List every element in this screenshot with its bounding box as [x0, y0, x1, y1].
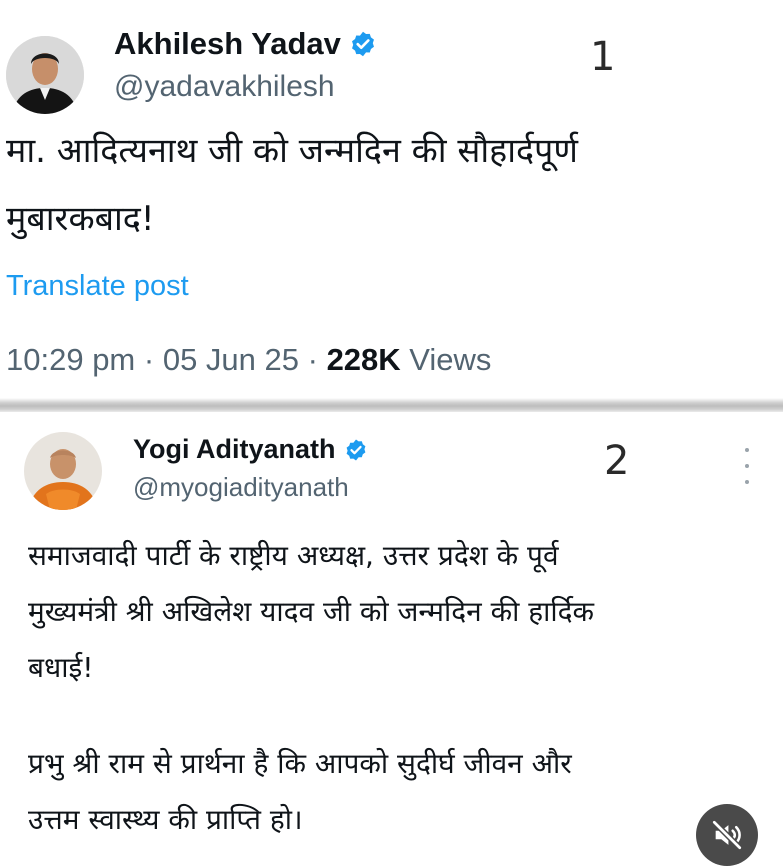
post-time[interactable]: 10:29 pm [6, 342, 135, 377]
post-text-line: उत्तम स्वास्थ्य की प्राप्ति हो। [28, 803, 303, 836]
meta-separator: · [307, 342, 327, 377]
mute-toggle-button[interactable] [696, 804, 758, 866]
post-meta: 10:29 pm · 05 Jun 25 · 228K Views [6, 342, 491, 378]
post-text-line: मुख्यमंत्री श्री अखिलेश यादव जी को जन्मद… [28, 595, 594, 628]
post-card-2: Yogi Adityanath @myogiadityanath 2 समाजव… [0, 412, 783, 866]
more-vertical-icon-dot [745, 480, 749, 484]
mute-icon [711, 819, 743, 851]
post-number-label: 1 [590, 34, 616, 80]
views-label: Views [409, 342, 492, 377]
post-text-line: बधाई! [28, 651, 94, 684]
post-number-label: 2 [604, 438, 630, 484]
post-text-line: मुबारकबाद! [6, 199, 155, 239]
author-handle[interactable]: @myogiadityanath [133, 472, 349, 503]
translate-post-link[interactable]: Translate post [6, 270, 189, 303]
author-name[interactable]: Yogi Adityanath [133, 434, 336, 465]
verified-badge-icon [344, 438, 368, 462]
more-options-button[interactable] [740, 448, 754, 484]
more-vertical-icon-dot [745, 464, 749, 468]
author-handle[interactable]: @yadavakhilesh [114, 70, 335, 104]
more-vertical-icon [745, 448, 749, 452]
post-card-1: Akhilesh Yadav @yadavakhilesh 1 मा. आदित… [0, 0, 783, 400]
post-text-line: प्रभु श्री राम से प्रार्थना है कि आपको स… [28, 747, 572, 780]
verified-badge-icon [349, 30, 377, 58]
post-text-line: मा. आदित्यनाथ जी को जन्मदिन की सौहार्दपू… [6, 131, 578, 171]
views-count: 228K [326, 342, 401, 377]
post-text-line: समाजवादी पार्टी के राष्ट्रीय अध्यक्ष, उत… [28, 539, 559, 572]
author-avatar[interactable] [24, 432, 102, 510]
post-date[interactable]: 05 Jun 25 [163, 342, 299, 377]
yogi-avatar-icon [24, 432, 102, 510]
author-avatar[interactable] [6, 36, 84, 114]
author-name[interactable]: Akhilesh Yadav [114, 26, 341, 62]
akhilesh-avatar-icon [6, 36, 84, 114]
meta-separator: · [143, 342, 163, 377]
